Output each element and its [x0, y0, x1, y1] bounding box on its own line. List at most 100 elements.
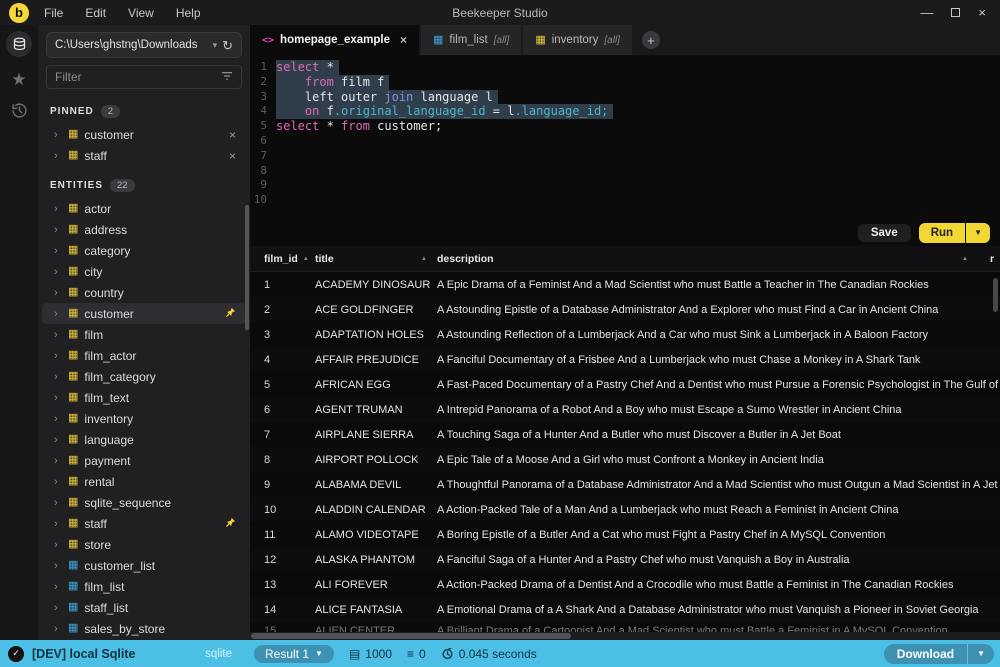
chevron-right-icon[interactable]: › [54, 329, 62, 341]
pinned-item-customer[interactable]: ›▦customer× [42, 124, 246, 145]
table-row[interactable]: 10ALADDIN CALENDARA Action-Packed Tale o… [250, 497, 1000, 522]
table-row[interactable]: 12ALASKA PHANTOMA Fanciful Saga of a Hun… [250, 547, 1000, 572]
menu-view[interactable]: View [128, 6, 154, 20]
entity-item-customer_list[interactable]: ›▦customer_list [42, 555, 246, 576]
column-header-title[interactable]: title ▲ [315, 253, 437, 265]
chevron-right-icon[interactable]: › [54, 308, 62, 320]
chevron-right-icon[interactable]: › [54, 497, 62, 509]
entity-item-store[interactable]: ›▦store [42, 534, 246, 555]
entity-item-film_list[interactable]: ›▦film_list [42, 576, 246, 597]
entity-item-film_text[interactable]: ›▦film_text [42, 387, 246, 408]
chevron-right-icon[interactable]: › [54, 434, 62, 446]
sidebar-scrollbar[interactable] [245, 205, 249, 330]
new-tab-button[interactable]: + [642, 31, 660, 49]
entity-item-inventory[interactable]: ›▦inventory [42, 408, 246, 429]
table-row[interactable]: 14ALICE FANTASIAA Emotional Drama of a A… [250, 597, 1000, 622]
chevron-right-icon[interactable]: › [54, 581, 62, 593]
chevron-right-icon[interactable]: › [54, 129, 62, 141]
entity-item-film_actor[interactable]: ›▦film_actor [42, 345, 246, 366]
tab-film_list[interactable]: ▦film_list[all] [421, 25, 521, 55]
download-button[interactable]: Download [884, 644, 967, 664]
entity-item-rental[interactable]: ›▦rental [42, 471, 246, 492]
entity-item-customer[interactable]: ›▦customer [42, 303, 246, 324]
history-icon[interactable] [11, 102, 28, 119]
table-row[interactable]: 9ALABAMA DEVILA Thoughtful Panorama of a… [250, 472, 1000, 497]
chevron-right-icon[interactable]: › [54, 287, 62, 299]
entity-item-city[interactable]: ›▦city [42, 261, 246, 282]
maximize-button[interactable] [951, 8, 960, 17]
chevron-right-icon[interactable]: › [54, 245, 62, 257]
menu-file[interactable]: File [44, 6, 63, 20]
sort-icon[interactable]: ▲ [303, 256, 309, 262]
app-logo[interactable]: b [0, 3, 38, 23]
chevron-right-icon[interactable]: › [54, 203, 62, 215]
chevron-right-icon[interactable]: › [54, 371, 62, 383]
entity-item-category[interactable]: ›▦category [42, 240, 246, 261]
pin-icon[interactable] [225, 305, 236, 323]
entity-item-payment[interactable]: ›▦payment [42, 450, 246, 471]
horizontal-scrollbar-thumb[interactable] [251, 633, 571, 639]
entity-item-staff_list[interactable]: ›▦staff_list [42, 597, 246, 618]
chevron-right-icon[interactable]: › [54, 518, 62, 530]
close-tab-icon[interactable]: × [400, 33, 407, 47]
favorites-icon[interactable]: ★ [11, 71, 26, 88]
chevron-right-icon[interactable]: › [54, 623, 62, 635]
tab-inventory[interactable]: ▦inventory[all] [523, 25, 632, 55]
entity-item-film_category[interactable]: ›▦film_category [42, 366, 246, 387]
pin-icon[interactable] [225, 515, 236, 533]
sql-editor[interactable]: 1select *2 from film f3 left outer join … [250, 55, 1000, 219]
table-row[interactable]: 5AFRICAN EGGA Fast-Paced Documentary of … [250, 372, 1000, 397]
refresh-icon[interactable]: ↻ [222, 39, 233, 52]
results-horizontal-scrollbar[interactable] [250, 632, 1000, 640]
entity-item-country[interactable]: ›▦country [42, 282, 246, 303]
connection-name[interactable]: [DEV] local Sqlite [32, 647, 136, 661]
table-row[interactable]: 13ALI FOREVERA Action-Packed Drama of a … [250, 572, 1000, 597]
entity-item-film[interactable]: ›▦film [42, 324, 246, 345]
entity-item-actor[interactable]: ›▦actor [42, 198, 246, 219]
chevron-right-icon[interactable]: › [54, 539, 62, 551]
database-panel-icon[interactable] [6, 31, 32, 57]
table-row[interactable]: 1ACADEMY DINOSAURA Epic Drama of a Femin… [250, 272, 1000, 297]
chevron-right-icon[interactable]: › [54, 150, 62, 162]
chevron-right-icon[interactable]: › [54, 413, 62, 425]
chevron-right-icon[interactable]: › [54, 476, 62, 488]
entity-item-language[interactable]: ›▦language [42, 429, 246, 450]
chevron-right-icon[interactable]: › [54, 224, 62, 236]
chevron-right-icon[interactable]: › [54, 455, 62, 467]
entity-item-sales_by_store[interactable]: ›▦sales_by_store [42, 618, 246, 639]
result-selector[interactable]: Result 1 ▼ [254, 645, 334, 663]
chevron-right-icon[interactable]: › [54, 392, 62, 404]
unpin-icon[interactable]: × [229, 149, 236, 163]
tab-homepage_example[interactable]: <>homepage_example× [250, 25, 419, 55]
run-options-caret[interactable]: ▼ [966, 223, 990, 243]
unpin-icon[interactable]: × [229, 128, 236, 142]
filter-input[interactable] [55, 70, 221, 84]
menu-edit[interactable]: Edit [85, 6, 106, 20]
sort-icon[interactable]: ▲ [421, 256, 427, 262]
column-header-partial[interactable]: r [990, 253, 1000, 265]
entity-item-staff[interactable]: ›▦staff [42, 513, 246, 534]
run-button[interactable]: Run [919, 223, 965, 243]
chevron-right-icon[interactable]: › [54, 350, 62, 362]
pinned-item-staff[interactable]: ›▦staff× [42, 145, 246, 166]
entity-item-sqlite_sequence[interactable]: ›▦sqlite_sequence [42, 492, 246, 513]
table-row[interactable]: 7AIRPLANE SIERRAA Touching Saga of a Hun… [250, 422, 1000, 447]
minimize-button[interactable]: — [920, 6, 933, 19]
filter-icon[interactable] [221, 68, 233, 86]
column-header-film-id[interactable]: film_id ▲ [250, 253, 315, 265]
menu-help[interactable]: Help [176, 6, 201, 20]
table-row[interactable]: 6AGENT TRUMANA Intrepid Panorama of a Ro… [250, 397, 1000, 422]
table-row[interactable]: 4AFFAIR PREJUDICEA Fanciful Documentary … [250, 347, 1000, 372]
table-row[interactable]: 2ACE GOLDFINGERA Astounding Epistle of a… [250, 297, 1000, 322]
entity-item-address[interactable]: ›▦address [42, 219, 246, 240]
results-vertical-scrollbar[interactable] [993, 278, 998, 312]
save-button[interactable]: Save [858, 224, 911, 242]
table-row[interactable]: 11ALAMO VIDEOTAPEA Boring Epistle of a B… [250, 522, 1000, 547]
chevron-right-icon[interactable]: › [54, 602, 62, 614]
connection-selector[interactable]: C:\Users\ghstng\Downloads ▾ ↻ [46, 32, 242, 58]
chevron-right-icon[interactable]: › [54, 266, 62, 278]
column-header-description[interactable]: description ▲ [437, 253, 990, 265]
sort-icon[interactable]: ▲ [962, 256, 968, 262]
close-button[interactable]: × [978, 6, 986, 19]
table-row[interactable]: 3ADAPTATION HOLESA Astounding Reflection… [250, 322, 1000, 347]
